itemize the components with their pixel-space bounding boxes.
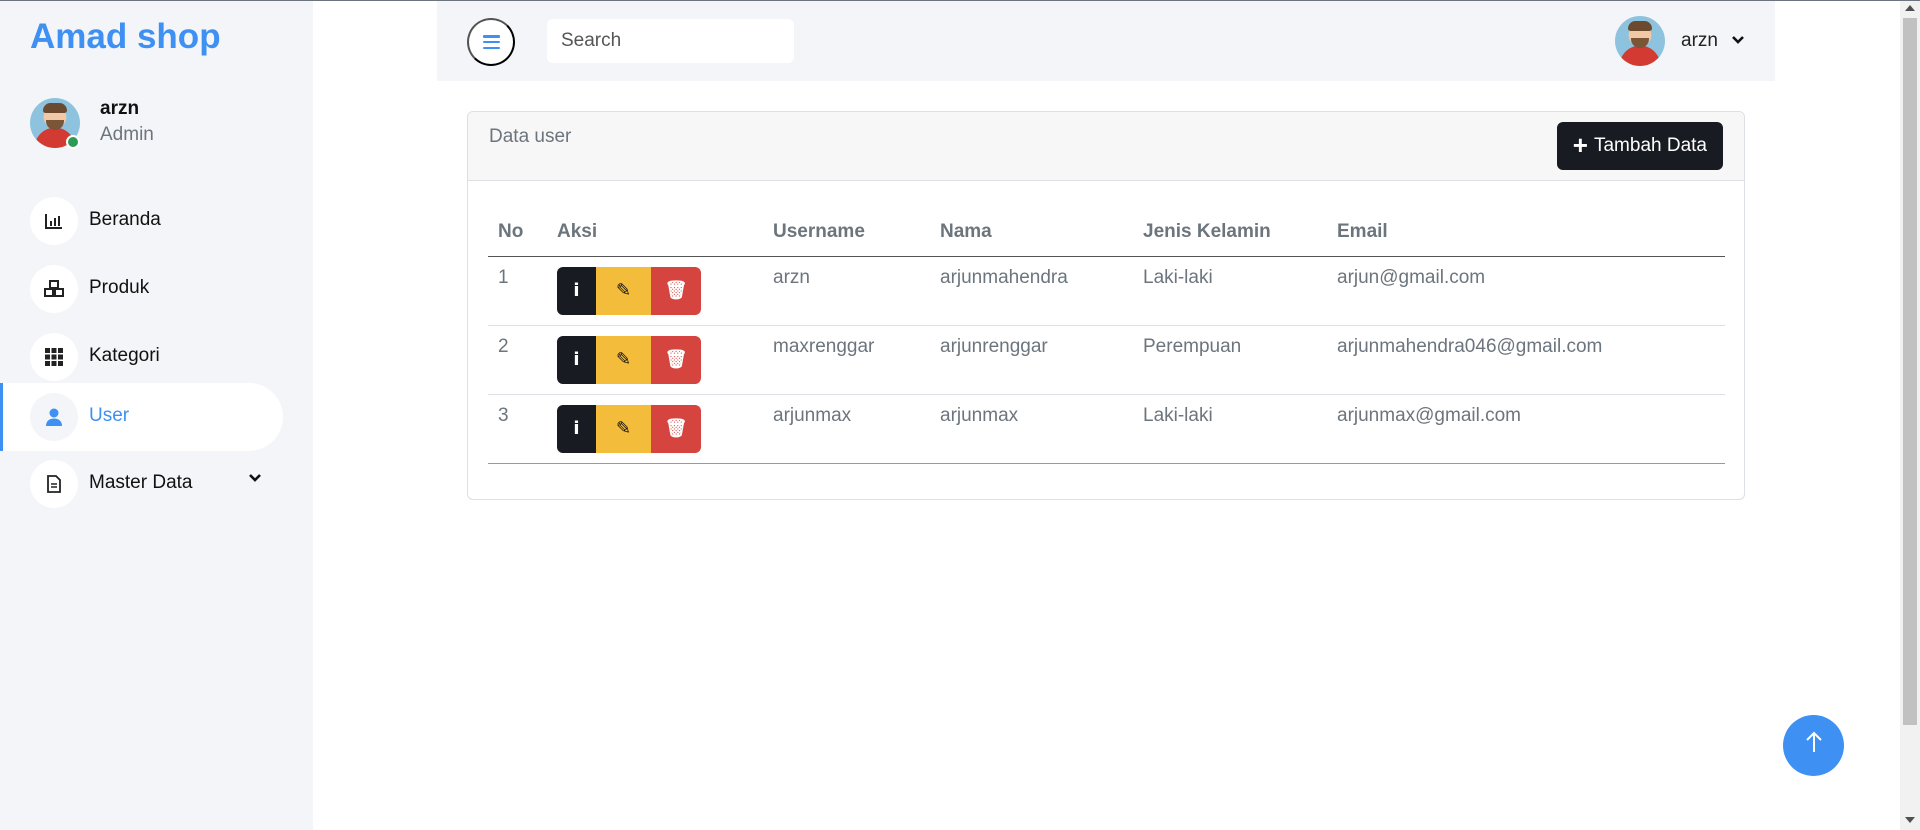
cell-username: maxrenggar — [763, 325, 930, 395]
cell-nama: arjunmahendra — [930, 256, 1133, 326]
detail-button[interactable]: i — [557, 335, 596, 384]
sidebar: Amad shop arzn Admin Beranda Produk Kate… — [0, 1, 313, 830]
trash-icon: 🗑 — [664, 349, 688, 370]
sidebar-item-master-data[interactable]: Master Data — [0, 450, 283, 518]
sidebar-profile: arzn Admin — [30, 98, 290, 150]
bar-chart-icon — [30, 197, 78, 245]
sidebar-item-produk[interactable]: Produk — [0, 255, 283, 323]
sidebar-item-beranda[interactable]: Beranda — [0, 187, 283, 255]
trash-icon: 🗑 — [664, 418, 688, 439]
cell-nama: arjunmax — [930, 394, 1133, 464]
brand-logo-text[interactable]: Amad shop — [30, 17, 221, 57]
header-avatar — [1615, 16, 1665, 66]
card-title: Data user — [489, 126, 572, 147]
profile-role: Admin — [100, 124, 154, 145]
info-icon: i — [573, 349, 580, 370]
top-header: arzn — [437, 1, 1775, 81]
add-data-label: Tambah Data — [1593, 135, 1707, 156]
cell-actions: i ✎ 🗑 — [547, 325, 763, 395]
cell-email: arjun@gmail.com — [1327, 256, 1725, 326]
menu-toggle-button[interactable] — [467, 18, 515, 66]
cell-no: 2 — [488, 325, 547, 395]
column-header-nama: Nama — [930, 208, 1133, 257]
cell-no: 3 — [488, 394, 547, 464]
data-user-card: Data user + Tambah Data No Aksi Username… — [467, 111, 1745, 500]
scroll-to-top-button[interactable] — [1783, 715, 1844, 776]
chevron-down-icon — [1731, 32, 1745, 48]
trash-icon: 🗑 — [664, 280, 688, 301]
cell-username: arjunmax — [763, 394, 930, 464]
column-header-email: Email — [1327, 208, 1725, 257]
plus-icon: + — [1572, 130, 1588, 160]
edit-button[interactable]: ✎ — [596, 266, 651, 315]
cell-email: arjunmahendra046@gmail.com — [1327, 325, 1725, 395]
edit-icon: ✎ — [615, 349, 632, 370]
cell-no: 1 — [488, 256, 547, 326]
sidebar-item-user[interactable]: User — [0, 383, 283, 451]
chevron-down-icon[interactable] — [248, 470, 262, 486]
delete-button[interactable]: 🗑 — [651, 404, 701, 453]
sidebar-item-kategori[interactable]: Kategori — [0, 323, 283, 391]
cell-jenis-kelamin: Laki-laki — [1133, 256, 1327, 326]
cell-email: arjunmax@gmail.com — [1327, 394, 1725, 464]
add-data-button[interactable]: + Tambah Data — [1556, 122, 1723, 170]
online-status-dot — [66, 135, 80, 149]
edit-button[interactable]: ✎ — [596, 335, 651, 384]
card-header: Data user + Tambah Data — [468, 112, 1744, 181]
cell-username: arzn — [763, 256, 930, 326]
profile-name: arzn — [100, 98, 140, 119]
arrow-up-icon — [1805, 730, 1823, 761]
edit-icon: ✎ — [615, 280, 632, 301]
user-menu[interactable]: arzn — [1615, 16, 1755, 66]
user-table: No Aksi Username Nama Jenis Kelamin Emai… — [488, 208, 1725, 464]
column-header-jenis-kelamin: Jenis Kelamin — [1133, 208, 1327, 257]
header-user-name: arzn — [1681, 30, 1718, 51]
info-icon: i — [573, 280, 580, 301]
sidebar-item-label: Produk — [89, 277, 150, 298]
sidebar-item-label: Kategori — [89, 345, 160, 366]
detail-button[interactable]: i — [557, 404, 596, 453]
table-header-row: No Aksi Username Nama Jenis Kelamin Emai… — [488, 208, 1725, 257]
grid-icon — [30, 333, 78, 381]
column-header-username: Username — [763, 208, 930, 257]
hamburger-icon — [482, 35, 500, 49]
scroll-up-arrow-icon[interactable] — [1905, 5, 1915, 11]
column-header-no: No — [488, 208, 547, 257]
cubes-icon — [30, 265, 78, 313]
info-icon: i — [573, 418, 580, 439]
user-icon — [30, 393, 78, 441]
sidebar-item-label: Master Data — [89, 472, 193, 493]
scrollbar-thumb[interactable] — [1903, 18, 1917, 725]
column-header-aksi: Aksi — [547, 208, 763, 257]
cell-actions: i ✎ 🗑 — [547, 394, 763, 464]
vertical-scrollbar[interactable] — [1900, 1, 1920, 830]
cell-nama: arjunrenggar — [930, 325, 1133, 395]
edit-icon: ✎ — [615, 418, 632, 439]
scroll-down-arrow-icon[interactable] — [1905, 817, 1915, 823]
delete-button[interactable]: 🗑 — [651, 266, 701, 315]
delete-button[interactable]: 🗑 — [651, 335, 701, 384]
cell-jenis-kelamin: Laki-laki — [1133, 394, 1327, 464]
edit-button[interactable]: ✎ — [596, 404, 651, 453]
file-icon — [30, 460, 78, 508]
search-input[interactable] — [547, 19, 794, 63]
table-row: 2 i ✎ 🗑 maxrenggar arjunrenggar Perempua… — [488, 325, 1725, 395]
cell-actions: i ✎ 🗑 — [547, 256, 763, 326]
sidebar-item-label: User — [89, 405, 130, 426]
table-row: 3 i ✎ 🗑 arjunmax arjunmax Laki-laki arju… — [488, 394, 1725, 464]
cell-jenis-kelamin: Perempuan — [1133, 325, 1327, 395]
table-row: 1 i ✎ 🗑 arzn arjunmahendra Laki-laki arj… — [488, 256, 1725, 326]
sidebar-item-label: Beranda — [89, 209, 161, 230]
detail-button[interactable]: i — [557, 266, 596, 315]
